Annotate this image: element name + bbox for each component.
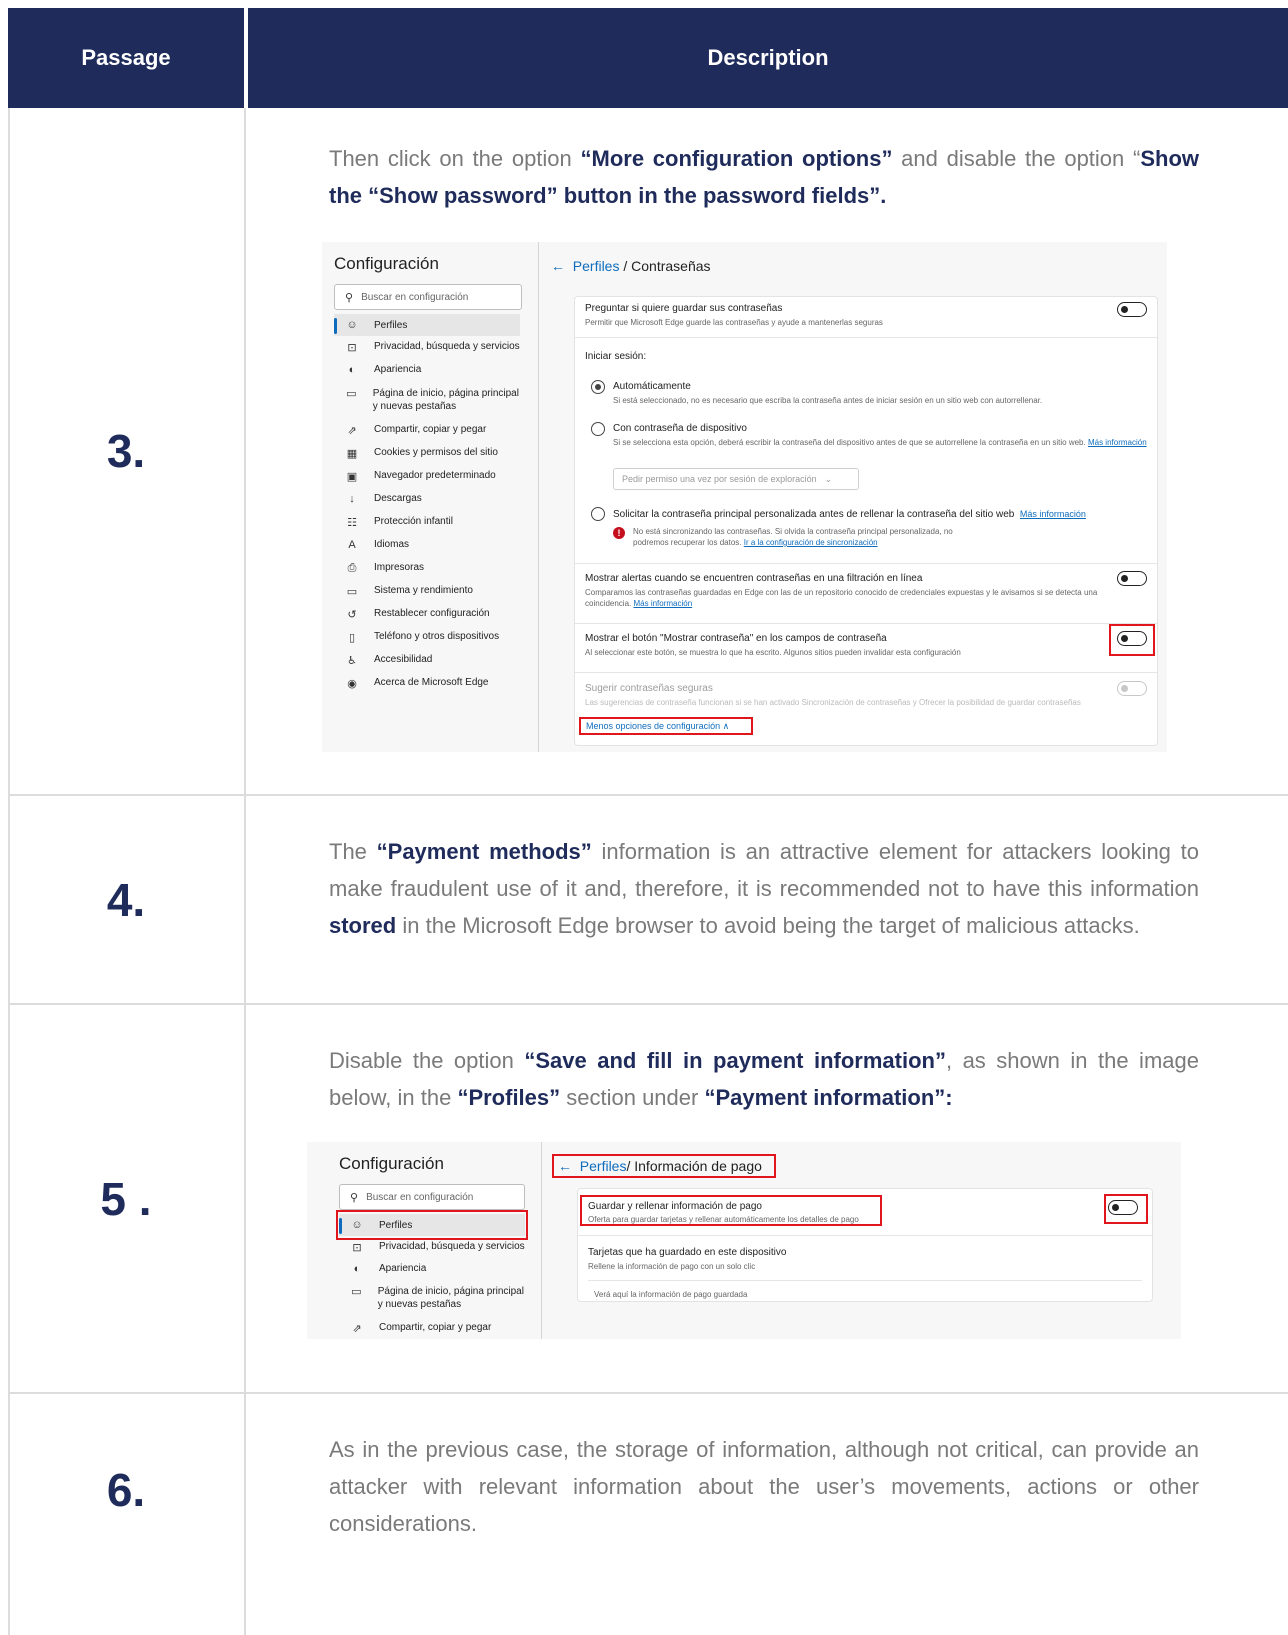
table-header: Passage Description bbox=[8, 8, 1288, 108]
back-arrow-icon[interactable]: ← bbox=[558, 1158, 580, 1174]
row4-text: The “Payment methods” information is an … bbox=[329, 839, 1199, 938]
saved-cards-empty: Verá aquí la información de pago guardad… bbox=[594, 1290, 748, 1299]
sidebar-item-share[interactable]: ⇗ Compartir, copiar y pegar bbox=[339, 1322, 525, 1335]
payment-card: Guardar y rellenar información de pago O… bbox=[577, 1188, 1153, 1302]
less-options-button[interactable]: Menos opciones de configuración ∧ bbox=[579, 717, 753, 735]
settings-main: ← Perfiles / Información de pago Guardar… bbox=[542, 1142, 1181, 1339]
device-option: Con contraseña de dispositivo Si se sele… bbox=[613, 423, 1147, 447]
home-icon: ▭ bbox=[351, 1286, 362, 1298]
leak-more-info-link[interactable]: Más información bbox=[633, 599, 692, 608]
share-icon: ⇗ bbox=[352, 1323, 362, 1335]
passage-number: 6. bbox=[106, 1464, 146, 1516]
browser-icon: ▣ bbox=[346, 471, 358, 483]
suggest-passwords-toggle[interactable] bbox=[1117, 681, 1147, 696]
breadcrumb-profiles-link[interactable]: Perfiles bbox=[580, 1158, 627, 1174]
passage-number: 3. bbox=[106, 425, 146, 477]
sidebar-item-appearance[interactable]: ◐ Apariencia bbox=[334, 364, 520, 376]
custom-password-option: Solicitar la contraseña principal person… bbox=[613, 509, 1086, 520]
signin-label: Iniciar sesión: bbox=[585, 351, 647, 362]
custom-warning: No está sincronizando las contraseñas. S… bbox=[633, 527, 953, 547]
sidebar-item-languages[interactable]: A Idiomas bbox=[334, 539, 520, 551]
suggest-passwords-row: Sugerir contraseñas seguras Las sugerenc… bbox=[585, 683, 1081, 707]
auto-option: Automáticamente Si está seleccionado, no… bbox=[613, 381, 1043, 405]
sidebar-item-downloads[interactable]: ↓ Descargas bbox=[334, 493, 520, 505]
passage-number: 5 . bbox=[100, 1172, 152, 1225]
settings-title: Configuración bbox=[334, 254, 439, 273]
sidebar-item-appearance[interactable]: ◐ Apariencia bbox=[339, 1263, 525, 1275]
sidebar-item-family[interactable]: ☷ Protección infantil bbox=[334, 516, 520, 529]
sidebar-item-system[interactable]: ▭ Sistema y rendimiento bbox=[334, 585, 520, 598]
search-icon: ⚲ bbox=[350, 1191, 359, 1204]
settings-main: ← Perfiles / Contraseñas Preguntar si qu… bbox=[539, 242, 1167, 752]
custom-password-radio[interactable] bbox=[591, 507, 605, 521]
breadcrumb: ← Perfiles / Información de pago bbox=[552, 1154, 776, 1178]
sidebar-item-privacy[interactable]: ⊡ Privacidad, búsqueda y servicios bbox=[334, 341, 520, 354]
lock-icon: ⊡ bbox=[352, 1242, 362, 1254]
reset-icon: ↺ bbox=[347, 609, 357, 621]
download-icon: ↓ bbox=[349, 493, 355, 505]
edge-payment-screenshot: Configuración ⚲ Buscar en configuración … bbox=[307, 1142, 1181, 1339]
search-icon: ⚲ bbox=[345, 291, 354, 304]
home-icon: ▭ bbox=[346, 388, 357, 400]
auto-radio[interactable] bbox=[591, 380, 605, 394]
search-input[interactable]: ⚲ Buscar en configuración bbox=[339, 1184, 525, 1210]
breadcrumb: ← Perfiles / Contraseñas bbox=[551, 258, 711, 274]
sidebar-item-reset[interactable]: ↺ Restablecer configuración bbox=[334, 608, 520, 621]
breadcrumb-profiles-link[interactable]: Perfiles bbox=[573, 258, 620, 274]
accessibility-icon: ♿ bbox=[347, 655, 357, 667]
header-description: Description bbox=[707, 45, 829, 70]
sidebar-item-accessibility[interactable]: ♿ Accesibilidad bbox=[334, 654, 520, 667]
language-icon: A bbox=[348, 539, 356, 551]
passwords-card: Preguntar si quiere guardar sus contrase… bbox=[574, 296, 1158, 746]
row6-text: As in the previous case, the storage of … bbox=[329, 1437, 1199, 1536]
sync-settings-link[interactable]: Ir a la configuración de sincronización bbox=[744, 538, 878, 547]
sidebar-item-printers[interactable]: ⎙ Impresoras bbox=[334, 562, 520, 575]
share-icon: ⇗ bbox=[347, 425, 357, 437]
sidebar-item-share[interactable]: ⇗ Compartir, copiar y pegar bbox=[334, 424, 520, 437]
ask-save-toggle[interactable] bbox=[1117, 302, 1147, 317]
phone-icon: ▯ bbox=[348, 632, 356, 644]
device-radio[interactable] bbox=[591, 422, 605, 436]
profile-icon: ☺ bbox=[346, 319, 358, 331]
custom-more-info-link[interactable]: Más información bbox=[1020, 509, 1086, 519]
back-arrow-icon[interactable]: ← bbox=[551, 258, 573, 274]
edge-icon: ◉ bbox=[347, 678, 357, 690]
header-passage: Passage bbox=[81, 45, 171, 70]
leak-alert-row: Mostrar alertas cuando se encuentren con… bbox=[585, 573, 1098, 608]
save-payment-row: Guardar y rellenar información de pago O… bbox=[580, 1195, 882, 1226]
highlight-profiles bbox=[336, 1210, 528, 1240]
settings-sidebar: Configuración ⚲ Buscar en configuración … bbox=[322, 242, 539, 752]
edge-passwords-screenshot: Configuración ⚲ Buscar en configuración … bbox=[322, 242, 1167, 752]
reveal-button-row: Mostrar el botón "Mostrar contraseña" en… bbox=[585, 633, 961, 657]
saved-cards-row: Tarjetas que ha guardado en este disposi… bbox=[588, 1247, 787, 1271]
error-icon: ! bbox=[613, 527, 625, 539]
appearance-icon: ◐ bbox=[348, 364, 356, 376]
settings-title: Configuración bbox=[339, 1154, 444, 1173]
sidebar-item-default-browser[interactable]: ▣ Navegador predeterminado bbox=[334, 470, 520, 483]
row3-text: Then click on the option “More configura… bbox=[329, 146, 1199, 208]
sidebar-item-cookies[interactable]: ▦ Cookies y permisos del sitio bbox=[334, 447, 520, 460]
settings-sidebar: Configuración ⚲ Buscar en configuración … bbox=[307, 1142, 542, 1339]
search-input[interactable]: ⚲ Buscar en configuración bbox=[334, 284, 522, 310]
sidebar-item-about[interactable]: ◉ Acerca de Microsoft Edge bbox=[334, 677, 520, 690]
passage-number: 4. bbox=[106, 873, 146, 926]
lock-icon: ⊡ bbox=[347, 342, 357, 354]
highlight-save-payment-toggle bbox=[1104, 1194, 1148, 1224]
highlight-reveal-toggle bbox=[1109, 624, 1155, 656]
sidebar-item-start-page[interactable]: ▭ Página de inicio, página principal y nu… bbox=[334, 387, 520, 413]
leak-alert-toggle[interactable] bbox=[1117, 571, 1147, 586]
family-icon: ☷ bbox=[347, 517, 357, 529]
cookies-icon: ▦ bbox=[346, 448, 358, 460]
printer-icon: ⎙ bbox=[347, 562, 357, 574]
device-frequency-select[interactable]: Pedir permiso una vez por sesión de expl… bbox=[613, 468, 859, 490]
system-icon: ▭ bbox=[346, 586, 358, 598]
sidebar-item-profiles[interactable]: ☺ Perfiles bbox=[334, 314, 520, 336]
appearance-icon: ◐ bbox=[353, 1263, 361, 1275]
ask-save-row: Preguntar si quiere guardar sus contrase… bbox=[585, 303, 883, 327]
sidebar-item-privacy[interactable]: ⊡ Privacidad, búsqueda y servicios bbox=[339, 1241, 525, 1254]
sidebar-item-start-page[interactable]: ▭ Página de inicio, página principal y nu… bbox=[339, 1285, 525, 1311]
sidebar-item-phone[interactable]: ▯ Teléfono y otros dispositivos bbox=[334, 631, 520, 644]
device-more-info-link[interactable]: Más información bbox=[1088, 438, 1147, 447]
row5-text: Disable the option “Save and fill in pay… bbox=[329, 1048, 1199, 1110]
